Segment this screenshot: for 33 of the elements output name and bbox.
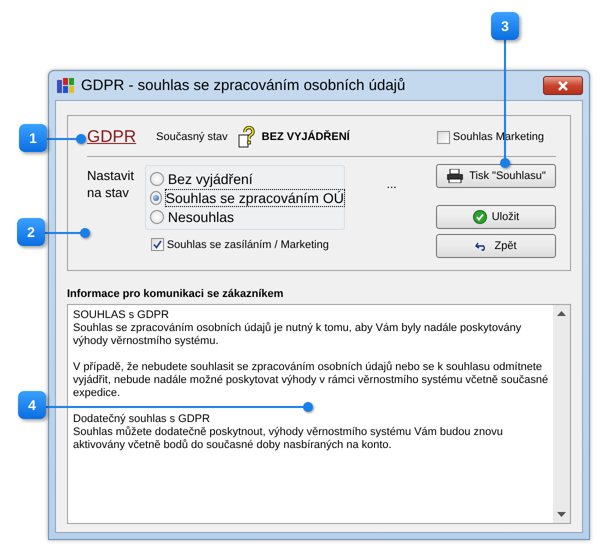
callout-badge: 3 [491,12,519,40]
mailing-checkbox[interactable]: Souhlas se zasíláním / Marketing [150,238,348,251]
save-button[interactable]: Uložit [436,205,556,229]
set-state-label: Nastavit na stav [87,167,135,202]
callout-badge: 1 [19,124,47,152]
gdpr-link[interactable]: GDPR [87,127,136,147]
printer-icon [446,169,464,183]
back-button[interactable]: Zpět [436,234,556,258]
question-icon [238,126,256,148]
scroll-down-icon[interactable] [557,512,566,517]
callout-badge: 4 [18,391,46,419]
radio-option[interactable]: Nesouhlas [150,207,344,226]
checkmark-icon [152,240,162,249]
callout-badge: 2 [17,218,45,246]
check-icon [472,210,487,224]
info-paragraph: Souhlas můžete dodatečně poskytnout, výhody věrnostmího systému Vám budou znovu aktivovány včetně bodů do současné doby nasbíraných na konto. [73,426,504,452]
scrollbar[interactable] [553,305,570,523]
info-paragraph: Souhlas se zpracováním osobních údajů je nutný k tomu, aby Vám byly nadále poskytovány výhody věrnostmího systému. [73,322,522,348]
radio-option[interactable]: Bez vyjádření [150,169,344,188]
print-button[interactable]: Tisk "Souhlasu" [436,164,556,188]
info-label: Informace pro komunikaci se zákazníkem [67,288,284,300]
ellipsis-text: ... [386,177,397,191]
close-button[interactable] [543,76,583,95]
info-heading: Dodatečný souhlas s GDPR [73,413,211,426]
app-icon [57,76,75,94]
window-title: GDPR - souhlas se zpracováním osobních údajů [81,77,406,94]
status-label: Současný stav [156,131,228,143]
radio-option[interactable]: Souhlas se zpracováním OÚ [150,188,344,207]
info-paragraph: V případě, že nebudete souhlasit se zpracováním osobních údajů nebo se k souhlasu odmítnete vyjádřit, nebude nadále možné poskytovat výhody v rámci věrnostmího systému včetně současné expedice. [73,361,549,400]
close-icon [558,80,568,90]
info-heading: SOUHLAS s GDPR [73,309,170,322]
scroll-up-icon[interactable] [557,311,566,316]
status-value: BEZ VYJÁDŘENÍ [262,131,350,143]
